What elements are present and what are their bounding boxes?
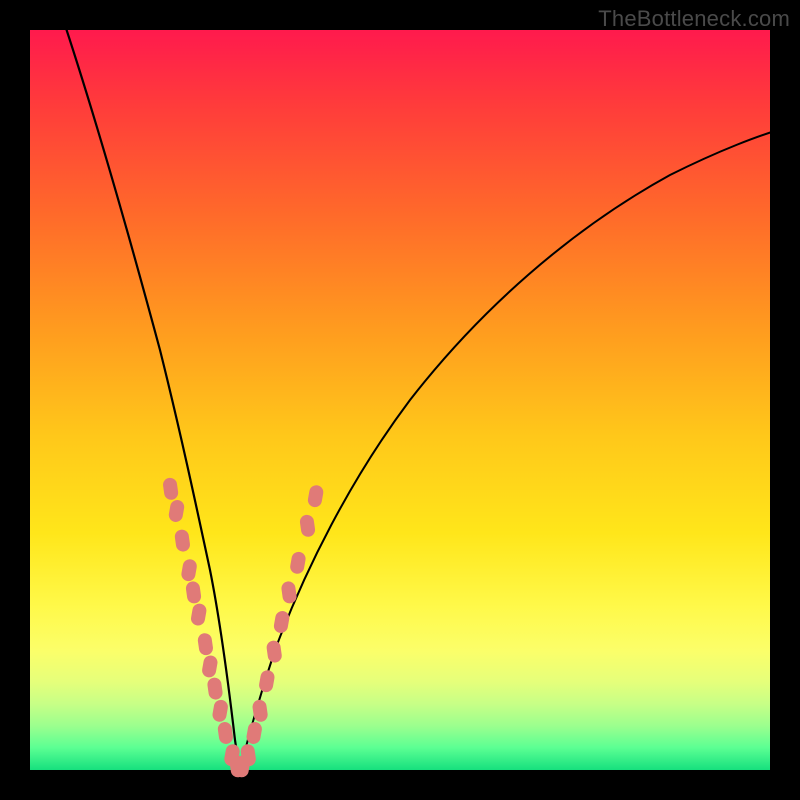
watermark-text: TheBottleneck.com bbox=[598, 6, 790, 32]
data-marker bbox=[307, 484, 325, 508]
plot-area bbox=[30, 30, 770, 770]
data-marker bbox=[299, 514, 316, 538]
data-marker bbox=[201, 654, 219, 678]
data-marker bbox=[207, 677, 224, 701]
data-marker bbox=[180, 558, 198, 582]
data-marker bbox=[190, 603, 208, 627]
data-marker bbox=[168, 499, 186, 523]
data-marker bbox=[211, 699, 229, 723]
data-marker bbox=[281, 581, 298, 605]
markers bbox=[162, 477, 324, 778]
data-marker bbox=[266, 640, 283, 664]
data-marker bbox=[258, 669, 276, 693]
data-marker bbox=[289, 551, 307, 575]
data-marker bbox=[197, 632, 214, 656]
data-marker bbox=[162, 477, 179, 501]
data-marker bbox=[185, 581, 202, 605]
chart-frame: TheBottleneck.com bbox=[0, 0, 800, 800]
curves-svg bbox=[30, 30, 770, 770]
right-curve bbox=[240, 128, 785, 770]
data-marker bbox=[217, 721, 234, 745]
right-branch-path bbox=[240, 128, 785, 770]
data-marker bbox=[273, 610, 291, 634]
data-marker bbox=[174, 529, 191, 553]
